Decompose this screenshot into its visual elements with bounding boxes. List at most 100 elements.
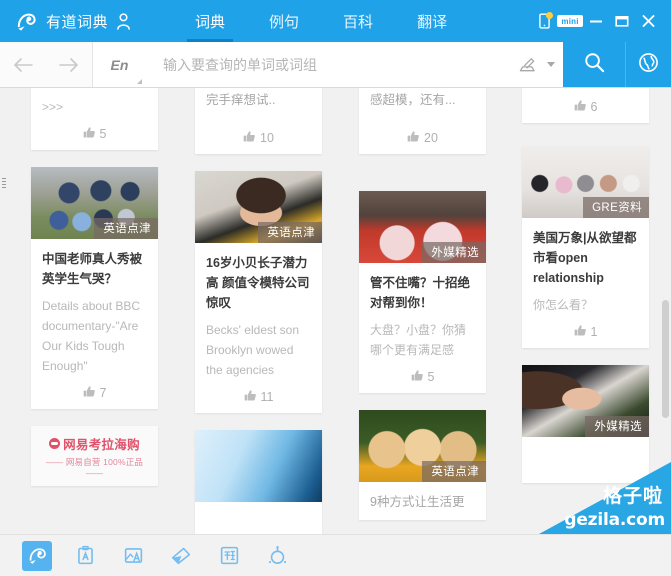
card-title: 9种方式让生活更	[370, 495, 465, 509]
thumbs-up-icon	[574, 324, 587, 340]
like-counter[interactable]: 20	[370, 130, 475, 146]
thumbs-up-icon	[411, 369, 424, 385]
feed-column-1: 就让耳朵怀孕 >>> 5	[31, 88, 158, 503]
tab-encyclopedia[interactable]: 百科	[321, 0, 395, 42]
like-counter[interactable]: 1	[533, 324, 638, 340]
tab-encyclopedia-label: 百科	[343, 13, 374, 31]
feed-card[interactable]: 酷炫香蕉艺术，看完手痒想试.. 10	[195, 88, 322, 154]
like-counter[interactable]: 7	[42, 385, 147, 401]
mobile-phone-icon[interactable]	[531, 8, 557, 34]
card-title: 就让耳朵怀孕	[42, 88, 147, 90]
close-icon[interactable]	[635, 8, 661, 34]
tab-dictionary[interactable]: 词典	[173, 0, 247, 42]
like-count: 7	[99, 386, 107, 400]
web-search-button[interactable]	[625, 42, 671, 87]
card-thumbnail: 英语点津	[195, 171, 322, 243]
card-title: 中国老师真人秀被英学生气哭？	[42, 252, 143, 286]
chevron-down-icon[interactable]	[547, 62, 555, 67]
maximize-icon[interactable]	[609, 8, 635, 34]
tab-examples-label: 例句	[269, 13, 300, 31]
like-count: 5	[99, 127, 107, 141]
tab-translate[interactable]: 翻译	[395, 0, 469, 42]
discover-feed[interactable]: 就让耳朵怀孕 >>> 5	[0, 88, 671, 534]
search-icon	[583, 51, 606, 79]
card-tag: 英语点津	[422, 461, 486, 482]
card-title: 浓浓韩剧味>>>	[533, 88, 638, 90]
minimize-icon[interactable]	[583, 8, 609, 34]
card-thumbnail: 外媒精选	[359, 191, 486, 263]
arrow-left-icon[interactable]	[12, 57, 34, 73]
like-count: 6	[590, 100, 598, 114]
like-counter[interactable]: 5	[42, 126, 147, 142]
thumbs-up-icon	[83, 385, 96, 401]
feed-card[interactable]: GRE资料 美国万象|从欲望都市看open relationship 你怎么看？	[522, 146, 649, 348]
feed-column-2: 酷炫香蕉艺术，看完手痒想试.. 10	[195, 88, 322, 534]
arrow-right-icon[interactable]	[58, 57, 80, 73]
window-controls: mini	[531, 0, 671, 42]
ad-logo: 网易考拉海购	[37, 434, 152, 453]
thumbs-up-icon	[244, 389, 257, 405]
like-count: 10	[260, 131, 274, 145]
feed-card[interactable]: 外媒精选	[522, 365, 649, 483]
feed-card[interactable]: 英语点津 中国老师真人秀被英学生气哭？ Details about BBC do…	[31, 167, 158, 409]
card-description: Details about BBC documentary-"Are Our K…	[42, 299, 141, 373]
feed-card[interactable]: 外媒精选 管不住嘴？十招绝对帮到你！ 大盘？小盘？你猜哪个更有满足感 5	[359, 191, 486, 393]
like-count: 1	[590, 325, 598, 339]
feed-card[interactable]	[195, 430, 322, 534]
like-counter[interactable]: 5	[370, 369, 475, 385]
card-tag: GRE资料	[583, 197, 649, 218]
navigation-buttons	[0, 42, 92, 87]
feed-card[interactable]: 英语点津 16岁小贝长子潜力高 颜值令模特公司惊叹 Becks' eldest …	[195, 171, 322, 413]
thumbs-up-icon	[83, 126, 96, 142]
like-count: 20	[424, 131, 438, 145]
globe-icon	[638, 52, 659, 78]
mini-mode-label: mini	[557, 15, 583, 27]
like-counter[interactable]: 10	[206, 130, 311, 146]
card-description: 你怎么看？	[533, 298, 594, 312]
kaola-logo-icon	[49, 438, 61, 449]
search-input[interactable]	[163, 56, 510, 73]
sky-clouds-photo	[195, 430, 322, 502]
vertical-scrollbar[interactable]	[662, 180, 669, 534]
card-thumbnail	[195, 430, 322, 502]
main-tabs: 词典 例句 百科 翻译	[173, 0, 469, 42]
mini-mode-button[interactable]: mini	[557, 8, 583, 34]
screenshot-translate-icon[interactable]	[70, 541, 100, 571]
search-button[interactable]	[563, 42, 625, 87]
like-counter[interactable]: 11	[206, 389, 311, 405]
tab-translate-label: 翻译	[417, 13, 448, 31]
search-input-wrapper[interactable]	[151, 42, 510, 87]
input-tools	[510, 42, 563, 87]
card-description: Becks' eldest son Brooklyn wowed the age…	[206, 323, 300, 377]
card-title: 16岁小贝长子潜力高 颜值令模特公司惊叹	[206, 256, 310, 310]
feed-card[interactable]: 就让耳朵怀孕 >>> 5	[31, 88, 158, 150]
scrollbar-thumb[interactable]	[662, 300, 669, 418]
feed-card[interactable]: 浓浓韩剧味>>> 6	[522, 88, 649, 123]
card-tag: 英语点津	[258, 222, 322, 243]
like-counter[interactable]: 6	[533, 99, 638, 115]
dictionary-icon[interactable]	[22, 540, 52, 571]
tab-examples[interactable]: 例句	[247, 0, 321, 42]
card-thumbnail: 外媒精选	[522, 365, 649, 437]
like-count: 5	[427, 370, 435, 384]
card-thumbnail: 英语点津	[359, 410, 486, 482]
feed-ad-card[interactable]: 网易考拉海购 —— 网易自营 100%正品 ——	[31, 426, 158, 486]
word-book-icon[interactable]	[166, 541, 196, 571]
bottom-toolbar	[0, 534, 671, 576]
brand-name: 有道词典	[46, 13, 109, 31]
youdao-logo-icon	[14, 9, 39, 34]
user-account-icon[interactable]	[116, 12, 131, 30]
notification-dot	[546, 12, 553, 19]
thumbs-up-icon	[407, 130, 420, 146]
feed-card[interactable]: 英语点津 9种方式让生活更	[359, 410, 486, 520]
discover-icon[interactable]	[262, 541, 292, 571]
handwriting-input-icon[interactable]	[518, 56, 537, 74]
feed-card[interactable]: 有风光男神，有性感超模，还有... 20	[359, 88, 486, 154]
card-tag: 英语点津	[94, 218, 158, 239]
language-selector[interactable]: En	[92, 42, 146, 87]
card-description: >>>	[42, 100, 64, 114]
title-bar: 有道词典 词典 例句 百科 翻译 mini	[0, 0, 671, 42]
image-translate-icon[interactable]	[118, 541, 148, 571]
translate-icon[interactable]	[214, 541, 244, 571]
card-masonry: 就让耳朵怀孕 >>> 5	[0, 88, 671, 534]
